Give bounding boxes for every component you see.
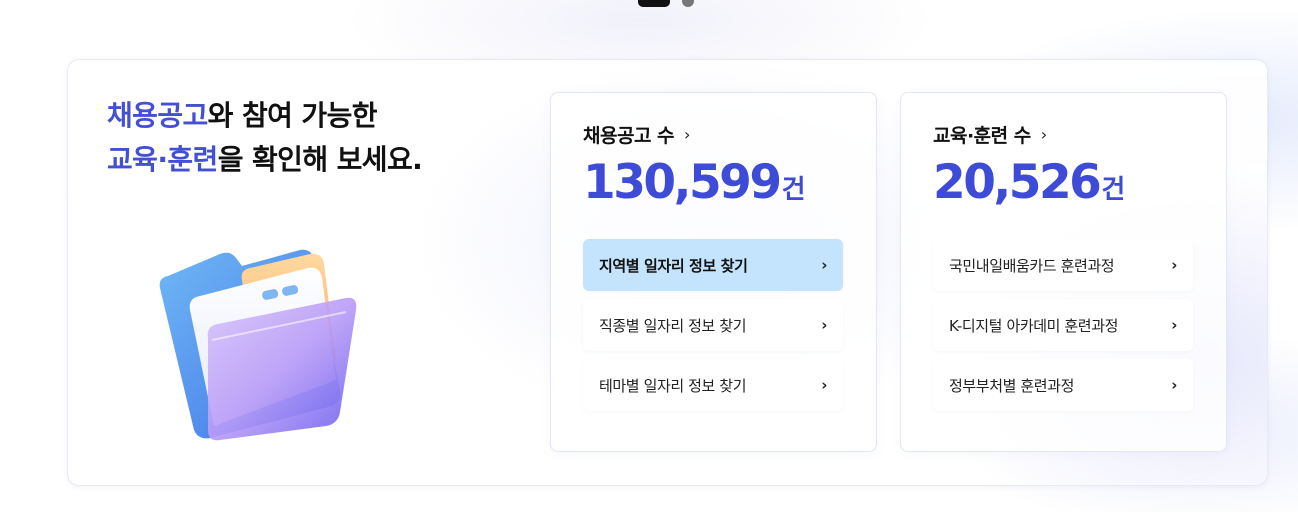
- headline-text-1: 와 참여 가능한: [207, 99, 378, 132]
- occupation-jobs-button[interactable]: 직종별 일자리 정보 찾기 ›: [583, 299, 843, 351]
- region-jobs-button[interactable]: 지역별 일자리 정보 찾기 ›: [583, 239, 843, 291]
- k-digital-training-button[interactable]: K-디지털 아카데미 훈련과정 ›: [933, 299, 1193, 351]
- chevron-right-icon: ›: [1171, 376, 1177, 394]
- ministry-training-button[interactable]: 정부부처별 훈련과정 ›: [933, 359, 1193, 411]
- national-card-training-button[interactable]: 국민내일배움카드 훈련과정 ›: [933, 239, 1193, 291]
- headline-line-2: 교육·훈련을 확인해 보세요.: [107, 138, 423, 182]
- headline-text-2: 을 확인해 보세요.: [217, 143, 423, 176]
- page-headline: 채용공고와 참여 가능한 교육·훈련을 확인해 보세요.: [107, 94, 423, 182]
- chevron-right-icon: ›: [1040, 125, 1047, 144]
- chevron-right-icon: ›: [821, 376, 827, 394]
- occupation-jobs-label: 직종별 일자리 정보 찾기: [599, 316, 747, 335]
- carousel-pager: [638, 0, 694, 7]
- training-card: 교육·훈련 수 › 20,526 건 국민내일배움카드 훈련과정 › K-디지털…: [900, 92, 1227, 452]
- job-postings-unit: 건: [781, 175, 806, 205]
- chevron-right-icon: ›: [821, 316, 827, 334]
- region-jobs-label: 지역별 일자리 정보 찾기: [599, 256, 748, 275]
- ministry-training-label: 정부부처별 훈련과정: [949, 376, 1074, 395]
- national-card-training-label: 국민내일배움카드 훈련과정: [949, 256, 1115, 275]
- job-postings-count: 130,599 건: [583, 155, 806, 210]
- chevron-right-icon: ›: [1171, 256, 1177, 274]
- chevron-right-icon: ›: [684, 125, 690, 144]
- training-title-link[interactable]: 교육·훈련 수 ›: [933, 121, 1047, 148]
- chevron-right-icon: ›: [821, 256, 827, 274]
- pager-dot[interactable]: [682, 0, 694, 7]
- theme-jobs-button[interactable]: 테마별 일자리 정보 찾기 ›: [583, 359, 843, 411]
- job-postings-card: 채용공고 수 › 130,599 건 지역별 일자리 정보 찾기 › 직종별 일…: [550, 92, 877, 452]
- training-title: 교육·훈련 수: [933, 125, 1031, 147]
- training-links: 국민내일배움카드 훈련과정 › K-디지털 아카데미 훈련과정 › 정부부처별 …: [933, 239, 1193, 411]
- headline-accent-jobs: 채용공고: [107, 99, 208, 132]
- training-unit: 건: [1101, 175, 1126, 205]
- chevron-right-icon: ›: [1171, 316, 1177, 334]
- job-search-links: 지역별 일자리 정보 찾기 › 직종별 일자리 정보 찾기 › 테마별 일자리 …: [583, 239, 843, 411]
- job-postings-title-link[interactable]: 채용공고 수 ›: [583, 121, 690, 148]
- job-postings-number: 130,599: [583, 155, 782, 210]
- training-number: 20,526: [933, 155, 1102, 210]
- folder-icon: [150, 240, 365, 445]
- headline-line-1: 채용공고와 참여 가능한: [107, 94, 422, 138]
- theme-jobs-label: 테마별 일자리 정보 찾기: [599, 376, 747, 395]
- pager-dot-active[interactable]: [638, 0, 670, 7]
- training-count: 20,526 건: [933, 155, 1125, 210]
- headline-accent-training: 교육·훈련: [107, 143, 218, 176]
- job-postings-title: 채용공고 수: [583, 125, 675, 147]
- k-digital-training-label: K-디지털 아카데미 훈련과정: [949, 316, 1119, 335]
